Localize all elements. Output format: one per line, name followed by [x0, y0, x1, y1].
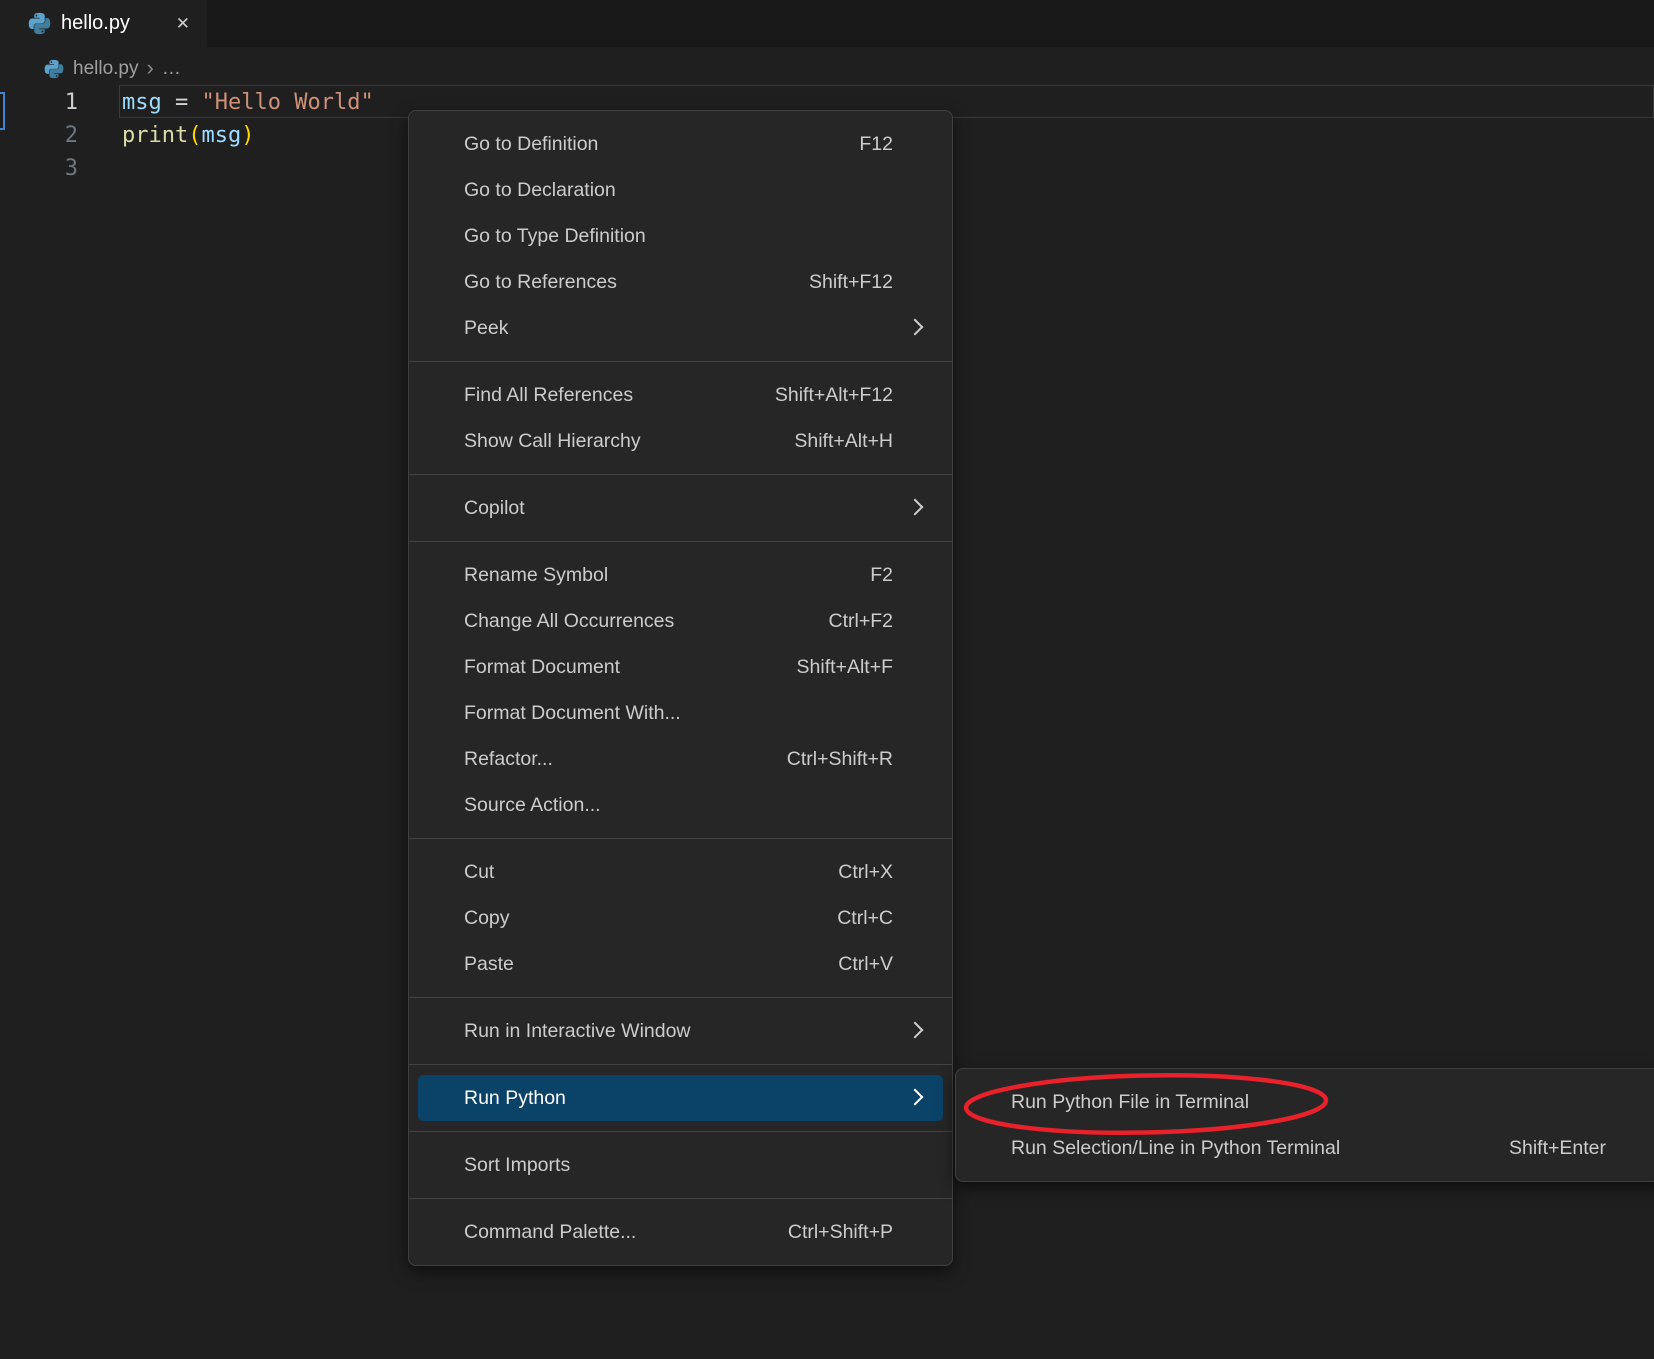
- menu-item-shortcut: Shift+F12: [809, 271, 893, 294]
- menu-item-shortcut: F2: [870, 564, 893, 587]
- code-token: (: [188, 123, 201, 148]
- code-token: "Hello World": [202, 90, 374, 115]
- line-number: 1: [0, 86, 78, 119]
- context-menu-item-find-all-references[interactable]: Find All References Shift+Alt+F12: [418, 372, 943, 418]
- menu-item-label: Paste: [464, 953, 514, 976]
- submenu-chevron-icon: [907, 499, 924, 516]
- line-number: 3: [0, 152, 78, 185]
- run-submenu-item-run-selection-line-in-python-terminal[interactable]: Run Selection/Line in Python Terminal Shi…: [965, 1125, 1654, 1171]
- code-token: print: [122, 123, 188, 148]
- context-menu-separator: [409, 838, 952, 839]
- menu-item-label: Show Call Hierarchy: [464, 430, 641, 453]
- context-menu-item-format-document-with[interactable]: Format Document With...: [418, 690, 943, 736]
- menu-item-shortcut: Shift+Enter: [1509, 1137, 1606, 1160]
- context-menu-item-peek[interactable]: Peek: [418, 305, 943, 351]
- context-menu-item-format-document[interactable]: Format Document Shift+Alt+F: [418, 644, 943, 690]
- menu-item-shortcut: Ctrl+V: [838, 953, 893, 976]
- context-menu-item-run-in-interactive-window[interactable]: Run in Interactive Window: [418, 1008, 943, 1054]
- menu-item-label: Command Palette...: [464, 1221, 636, 1244]
- context-menu-item-change-all-occurrences[interactable]: Change All Occurrences Ctrl+F2: [418, 598, 943, 644]
- menu-item-shortcut: Ctrl+F2: [829, 610, 893, 633]
- breadcrumb: hello.py › …: [0, 47, 1654, 90]
- submenu-chevron-icon: [907, 1089, 924, 1106]
- context-menu-item-go-to-type-definition[interactable]: Go to Type Definition: [418, 213, 943, 259]
- menu-item-label: Run Python: [464, 1087, 566, 1110]
- context-menu-item-run-python[interactable]: Run Python: [418, 1075, 943, 1121]
- context-menu-separator: [409, 541, 952, 542]
- menu-item-label: Go to References: [464, 271, 617, 294]
- code-text: print(msg): [122, 119, 254, 152]
- breadcrumb-chevron-icon: ›: [147, 57, 154, 79]
- menu-item-label: Run in Interactive Window: [464, 1020, 691, 1043]
- breadcrumb-file[interactable]: hello.py: [73, 58, 139, 80]
- run-python-submenu: Run Python File in Terminal Run Selection…: [955, 1068, 1654, 1182]
- context-menu-item-go-to-references[interactable]: Go to References Shift+F12: [418, 259, 943, 305]
- menu-item-label: Go to Definition: [464, 133, 598, 156]
- run-submenu-item-run-python-file-in-terminal[interactable]: Run Python File in Terminal: [965, 1079, 1654, 1125]
- menu-item-label: Run Selection/Line in Python Terminal: [1011, 1137, 1340, 1160]
- menu-item-shortcut: Shift+Alt+F: [797, 656, 893, 679]
- line-number: 2: [0, 119, 78, 152]
- context-menu-item-command-palette[interactable]: Command Palette... Ctrl+Shift+P: [418, 1209, 943, 1255]
- context-menu-item-show-call-hierarchy[interactable]: Show Call Hierarchy Shift+Alt+H: [418, 418, 943, 464]
- menu-item-shortcut: Ctrl+Shift+R: [787, 748, 893, 771]
- context-menu-separator: [409, 1064, 952, 1065]
- menu-item-label: Cut: [464, 861, 494, 884]
- code-text: msg = "Hello World": [122, 86, 374, 119]
- tab-hello-py[interactable]: hello.py ✕: [0, 0, 207, 47]
- context-menu-separator: [409, 997, 952, 998]
- menu-item-label: Go to Type Definition: [464, 225, 646, 248]
- menu-item-label: Copilot: [464, 497, 525, 520]
- menu-item-shortcut: Ctrl+C: [837, 907, 893, 930]
- menu-item-shortcut: F12: [859, 133, 893, 156]
- context-menu-item-paste[interactable]: Paste Ctrl+V: [418, 941, 943, 987]
- editor-context-menu: Go to Definition F12 Go to Declaration Go t…: [408, 110, 953, 1266]
- menu-item-label: Source Action...: [464, 794, 601, 817]
- vscode-window: hello.py ✕ hello.py › … 1 msg = "Hello Wo…: [0, 0, 1654, 1359]
- context-menu-item-refactor[interactable]: Refactor... Ctrl+Shift+R: [418, 736, 943, 782]
- code-token: msg: [122, 90, 162, 115]
- breadcrumb-tail[interactable]: …: [162, 58, 181, 80]
- context-menu-item-go-to-declaration[interactable]: Go to Declaration: [418, 167, 943, 213]
- context-menu-item-go-to-definition[interactable]: Go to Definition F12: [418, 121, 943, 167]
- menu-item-label: Format Document With...: [464, 702, 681, 725]
- context-menu-item-rename-symbol[interactable]: Rename Symbol F2: [418, 552, 943, 598]
- python-breadcrumb-icon: [44, 59, 64, 79]
- tab-bar: hello.py ✕: [0, 0, 1654, 47]
- code-token: msg: [201, 123, 241, 148]
- menu-item-shortcut: Shift+Alt+F12: [775, 384, 893, 407]
- context-menu-separator: [409, 1198, 952, 1199]
- context-menu-item-sort-imports[interactable]: Sort Imports: [418, 1142, 943, 1188]
- tab-label: hello.py: [61, 12, 130, 35]
- menu-item-label: Rename Symbol: [464, 564, 608, 587]
- menu-item-label: Refactor...: [464, 748, 553, 771]
- menu-item-shortcut: Ctrl+X: [838, 861, 893, 884]
- menu-item-label: Copy: [464, 907, 510, 930]
- context-menu-separator: [409, 474, 952, 475]
- code-token: ): [241, 123, 254, 148]
- context-menu-item-copy[interactable]: Copy Ctrl+C: [418, 895, 943, 941]
- context-menu-item-source-action[interactable]: Source Action...: [418, 782, 943, 828]
- menu-item-shortcut: Shift+Alt+H: [794, 430, 893, 453]
- menu-item-label: Sort Imports: [464, 1154, 570, 1177]
- menu-item-label: Peek: [464, 317, 508, 340]
- menu-item-shortcut: Ctrl+Shift+P: [788, 1221, 893, 1244]
- submenu-chevron-icon: [907, 319, 924, 336]
- menu-item-label: Go to Declaration: [464, 179, 616, 202]
- python-file-icon: [28, 12, 51, 35]
- code-token: =: [162, 90, 202, 115]
- context-menu-item-copilot[interactable]: Copilot: [418, 485, 943, 531]
- menu-item-label: Change All Occurrences: [464, 610, 674, 633]
- context-menu-separator: [409, 361, 952, 362]
- menu-item-label: Find All References: [464, 384, 633, 407]
- tab-close-icon[interactable]: ✕: [173, 12, 193, 35]
- submenu-chevron-icon: [907, 1022, 924, 1039]
- menu-item-label: Run Python File in Terminal: [1011, 1091, 1249, 1114]
- menu-item-label: Format Document: [464, 656, 620, 679]
- context-menu-item-cut[interactable]: Cut Ctrl+X: [418, 849, 943, 895]
- context-menu-separator: [409, 1131, 952, 1132]
